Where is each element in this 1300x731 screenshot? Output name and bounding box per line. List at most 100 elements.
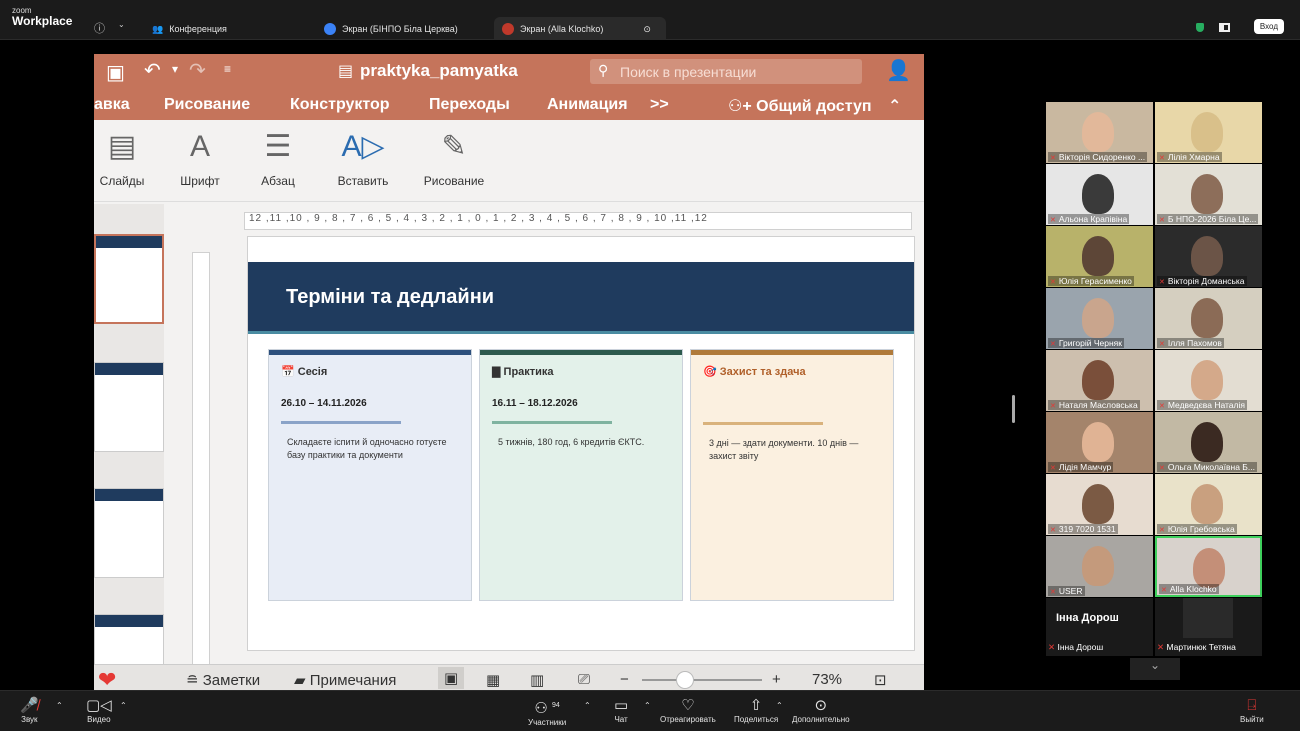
participant-name: ✕ Мартинюк Тетяна	[1157, 642, 1236, 653]
more-button[interactable]: ⊙ Дополнительно	[792, 697, 850, 724]
brush-icon: ✎	[441, 130, 467, 163]
undo-icon[interactable]: ↶	[144, 58, 161, 83]
panel-resize-handle[interactable]	[1012, 395, 1015, 423]
drawing-tool-label: Рисование	[423, 174, 485, 188]
tab-screen-binpo[interactable]: Экран (БІНПО Біла Церква)	[316, 17, 466, 41]
slide-thumbnail[interactable]	[94, 362, 164, 452]
participant-tile[interactable]: Вікторія Сидоренко ...	[1046, 102, 1153, 163]
tab-transitions[interactable]: Переходы	[429, 96, 510, 114]
participant-tile[interactable]: Григорій Черняк	[1046, 288, 1153, 349]
chat-options-chevron-icon[interactable]: ⌃	[644, 701, 651, 710]
zoom-in-icon[interactable]: +	[772, 671, 781, 688]
participant-tile[interactable]: Наталя Масловська	[1046, 350, 1153, 411]
chevron-down-icon[interactable]: ▾	[172, 62, 178, 76]
notes-button[interactable]: ≘ Заметки	[186, 671, 260, 689]
tab-draw[interactable]: Рисование	[164, 96, 250, 114]
participant-tile[interactable]: Медведєва Наталія	[1155, 350, 1262, 411]
redo-icon[interactable]: ↷	[189, 58, 206, 83]
zoom-out-icon[interactable]: −	[620, 671, 629, 688]
customize-icon[interactable]: ≡	[224, 62, 231, 76]
normal-view-icon[interactable]: ▣	[438, 667, 465, 689]
audio-options-chevron-icon[interactable]: ⌃	[56, 701, 63, 710]
card-accent-bar	[480, 350, 682, 355]
sign-in-button[interactable]: Вход	[1253, 19, 1284, 34]
participant-tile[interactable]: Ольга Миколаївна Б...	[1155, 412, 1262, 473]
avatar-icon	[324, 23, 336, 35]
save-icon[interactable]: ▣	[106, 60, 125, 85]
slide-sorter-icon[interactable]: ▦	[486, 671, 500, 689]
participant-tile-audio-only[interactable]: Інна Дорош ✕ Інна Дорош	[1046, 598, 1153, 656]
react-button[interactable]: ♡ Отреагировать	[660, 697, 716, 724]
participant-tile[interactable]: Вікторія Доманська	[1155, 226, 1262, 287]
collapse-ribbon-icon[interactable]: ⌃	[888, 96, 901, 116]
audio-label: Звук	[21, 715, 38, 724]
search-placeholder: Поиск в презентации	[620, 64, 757, 80]
comments-button[interactable]: ▰ Примечания	[294, 671, 396, 689]
chat-button[interactable]: ▭ Чат	[614, 697, 628, 724]
participant-tile[interactable]: Юлія Гребовська	[1155, 474, 1262, 535]
zoom-slider-thumb[interactable]	[676, 671, 694, 689]
participants-button[interactable]: ⚇ 94 Участники	[528, 697, 566, 727]
fit-to-window-icon[interactable]: ⊡	[874, 671, 887, 689]
zoom-top-bar: zoom Workplace ⓘ ⌄ 👥 Конференция Экран (…	[0, 0, 1300, 41]
participant-tile[interactable]: Лілія Хмарна	[1155, 102, 1262, 163]
slide-canvas[interactable]: Терміни та дедлайни 📅 Сесія 26.10 – 14.1…	[247, 236, 915, 651]
tab-insert[interactable]: авка	[94, 96, 130, 114]
more-options-icon[interactable]: ⊙	[643, 24, 651, 35]
participant-name: Медведєва Наталія	[1157, 400, 1247, 410]
audio-button[interactable]: 🎤̸ Звук	[20, 697, 39, 724]
participant-name: Лілія Хмарна	[1157, 152, 1222, 162]
horizontal-ruler: 12 ,11 ,10 , 9 , 8 , 7 , 6 , 5 , 4 , 3 ,…	[244, 212, 912, 230]
participant-tile-active-speaker[interactable]: Alla Klochko	[1155, 536, 1262, 597]
font-tool[interactable]: A Шрифт	[172, 130, 228, 188]
security-shield-icon[interactable]	[1196, 23, 1204, 32]
more-tabs-button[interactable]: >>	[650, 96, 669, 114]
chevron-down-icon[interactable]: ⌄	[118, 20, 125, 29]
paragraph-tool[interactable]: ☰ Абзац	[252, 130, 304, 188]
more-dots-icon: ⊙	[814, 697, 828, 714]
slide-thumbnail[interactable]	[94, 488, 164, 578]
chevron-down-icon: ⌄	[1149, 658, 1161, 672]
zoom-slider[interactable]	[642, 679, 762, 681]
card-divider	[703, 422, 823, 425]
leave-button[interactable]: ⍈ Выйти	[1240, 697, 1264, 724]
tab-design[interactable]: Конструктор	[290, 96, 390, 114]
tab-animations[interactable]: Анимация	[547, 96, 628, 114]
participant-tile[interactable]: ✕ Мартинюк Тетяна	[1155, 598, 1262, 656]
document-filename: praktyka_pamyatka	[360, 61, 518, 80]
participant-tile[interactable]: Б НПО-2026 Біла Це...	[1155, 164, 1262, 225]
slideshow-icon[interactable]: ⎚	[578, 671, 590, 688]
tab-meeting[interactable]: 👥 Конференция	[144, 17, 235, 41]
participant-tile[interactable]: 319 7020 1531	[1046, 474, 1153, 535]
participant-tile[interactable]: USER	[1046, 536, 1153, 597]
scroll-down-button[interactable]: ⌄	[1130, 658, 1180, 680]
mic-muted-icon: ✕	[1048, 642, 1056, 652]
participants-options-chevron-icon[interactable]: ⌃	[584, 701, 591, 710]
reading-view-icon[interactable]: ▥	[530, 671, 544, 689]
participants-label: Участники	[528, 718, 567, 727]
chat-icon: ▭	[614, 697, 629, 714]
share-options-chevron-icon[interactable]: ⌃	[776, 701, 783, 710]
participant-tile[interactable]: Ілля Пахомов	[1155, 288, 1262, 349]
slides-tool[interactable]: ▤ Слайды	[94, 130, 150, 188]
video-camera-icon: ▢◁	[86, 697, 112, 714]
participant-name: Б НПО-2026 Біла Це...	[1157, 214, 1259, 224]
tab-screen-alla[interactable]: Экран (Alla Klochko) ⊙	[494, 17, 666, 41]
slides-icon: ▤	[107, 130, 137, 163]
profile-icon[interactable]: 👤	[886, 58, 911, 83]
video-button[interactable]: ▢◁ Видео	[86, 697, 112, 724]
slide-thumbnail[interactable]	[94, 234, 164, 324]
search-box[interactable]: ⚲ Поиск в презентации	[590, 59, 862, 84]
share-button[interactable]: ⚇+ Общий доступ	[728, 96, 872, 116]
participant-tile[interactable]: Лідія Мамчур	[1046, 412, 1153, 473]
video-options-chevron-icon[interactable]: ⌃	[120, 701, 127, 710]
participant-tile[interactable]: Юлія Герасименко	[1046, 226, 1153, 287]
view-layout-icon[interactable]	[1219, 23, 1230, 32]
participant-tile[interactable]: Альона Крапівіна	[1046, 164, 1153, 225]
drawing-tool[interactable]: ✎ Рисование	[414, 130, 494, 188]
info-icon[interactable]: ⓘ	[94, 20, 105, 36]
share-screen-button[interactable]: ⇧ Поделиться	[734, 697, 778, 724]
card-text: 3 дні — здати документи. 10 днів — захис…	[709, 438, 859, 461]
insert-tool[interactable]: A▷ Вставить	[330, 130, 396, 188]
zoom-level[interactable]: 73%	[812, 671, 842, 688]
